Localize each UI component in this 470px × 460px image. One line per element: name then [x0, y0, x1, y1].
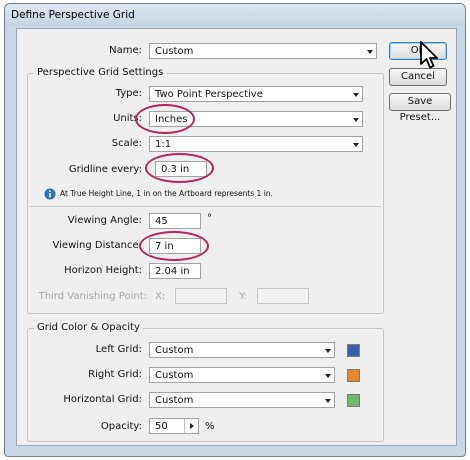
third-vp-x-label: X: [155, 291, 166, 302]
highlight-circle [135, 104, 195, 134]
third-vp-x-input[interactable] [175, 288, 227, 304]
gridline-label: Gridline every: [68, 164, 142, 175]
opacity-slider-button[interactable] [184, 419, 198, 433]
chevron-down-icon [353, 118, 359, 122]
chevron-right-icon [190, 423, 194, 429]
degree-unit: ° [207, 213, 212, 224]
right-grid-value: Custom [155, 370, 194, 381]
horizontal-grid-label: Horizontal Grid: [63, 394, 142, 405]
opacity-label: Opacity: [100, 421, 142, 432]
save-preset-button[interactable]: Save Preset... [389, 93, 451, 123]
dialog-title: Define Perspective Grid [11, 9, 135, 21]
horizontal-grid-dropdown[interactable]: Custom [149, 392, 335, 408]
opacity-value: 50 [155, 421, 168, 432]
scale-value: 1:1 [155, 139, 172, 150]
info-icon [44, 188, 56, 200]
type-value: Two Point Perspective [155, 89, 263, 100]
third-vp-y-label: Y: [239, 291, 248, 302]
chevron-down-icon [353, 93, 359, 97]
right-grid-label: Right Grid: [88, 369, 142, 380]
type-label: Type: [115, 88, 142, 99]
third-vp-y-input[interactable] [257, 288, 309, 304]
right-grid-color-swatch[interactable] [347, 369, 360, 382]
name-dropdown[interactable]: Custom [149, 43, 377, 59]
chevron-down-icon [325, 374, 331, 378]
group-legend: Perspective Grid Settings [34, 67, 167, 78]
horizon-height-input[interactable]: 2.04 in [149, 263, 201, 279]
right-grid-dropdown[interactable]: Custom [149, 367, 335, 383]
units-label: Units: [113, 113, 142, 124]
chevron-down-icon [367, 50, 373, 54]
divider [29, 206, 381, 207]
percent-unit: % [205, 421, 215, 432]
horizon-height-value: 2.04 in [155, 266, 190, 277]
horizontal-grid-color-swatch[interactable] [347, 394, 360, 407]
left-grid-dropdown[interactable]: Custom [149, 342, 335, 358]
group-legend: Grid Color & Opacity [34, 322, 143, 333]
horizontal-grid-value: Custom [155, 395, 194, 406]
horizon-height-label: Horizon Height: [64, 265, 142, 276]
third-vp-label: Third Vanishing Point: [38, 291, 147, 302]
viewing-angle-label: Viewing Angle: [67, 215, 142, 226]
left-grid-color-swatch[interactable] [347, 344, 360, 357]
scale-dropdown[interactable]: 1:1 [149, 136, 363, 152]
left-grid-label: Left Grid: [95, 344, 142, 355]
name-value: Custom [155, 46, 194, 57]
mouse-cursor-icon [420, 41, 438, 69]
viewing-angle-value: 45 [155, 216, 168, 227]
title-bar[interactable]: Define Perspective Grid [5, 4, 465, 26]
info-text: At True Height Line, 1 in on the Artboar… [60, 189, 273, 198]
highlight-circle [145, 153, 214, 183]
opacity-input[interactable]: 50 [149, 418, 199, 434]
dialog-body: Name: Custom OK Cancel Save Preset... Pe… [16, 28, 457, 446]
chevron-down-icon [325, 349, 331, 353]
name-label: Name: [109, 45, 142, 56]
viewing-distance-label: Viewing Distance: [52, 240, 142, 251]
scale-label: Scale: [111, 138, 142, 149]
type-dropdown[interactable]: Two Point Perspective [149, 86, 363, 102]
chevron-down-icon [325, 399, 331, 403]
left-grid-value: Custom [155, 345, 194, 356]
highlight-circle [139, 231, 209, 261]
dialog-window: Define Perspective Grid Name: Custom OK … [4, 3, 466, 457]
viewing-angle-input[interactable]: 45 [149, 213, 201, 229]
chevron-down-icon [353, 143, 359, 147]
cancel-button[interactable]: Cancel [389, 68, 447, 86]
